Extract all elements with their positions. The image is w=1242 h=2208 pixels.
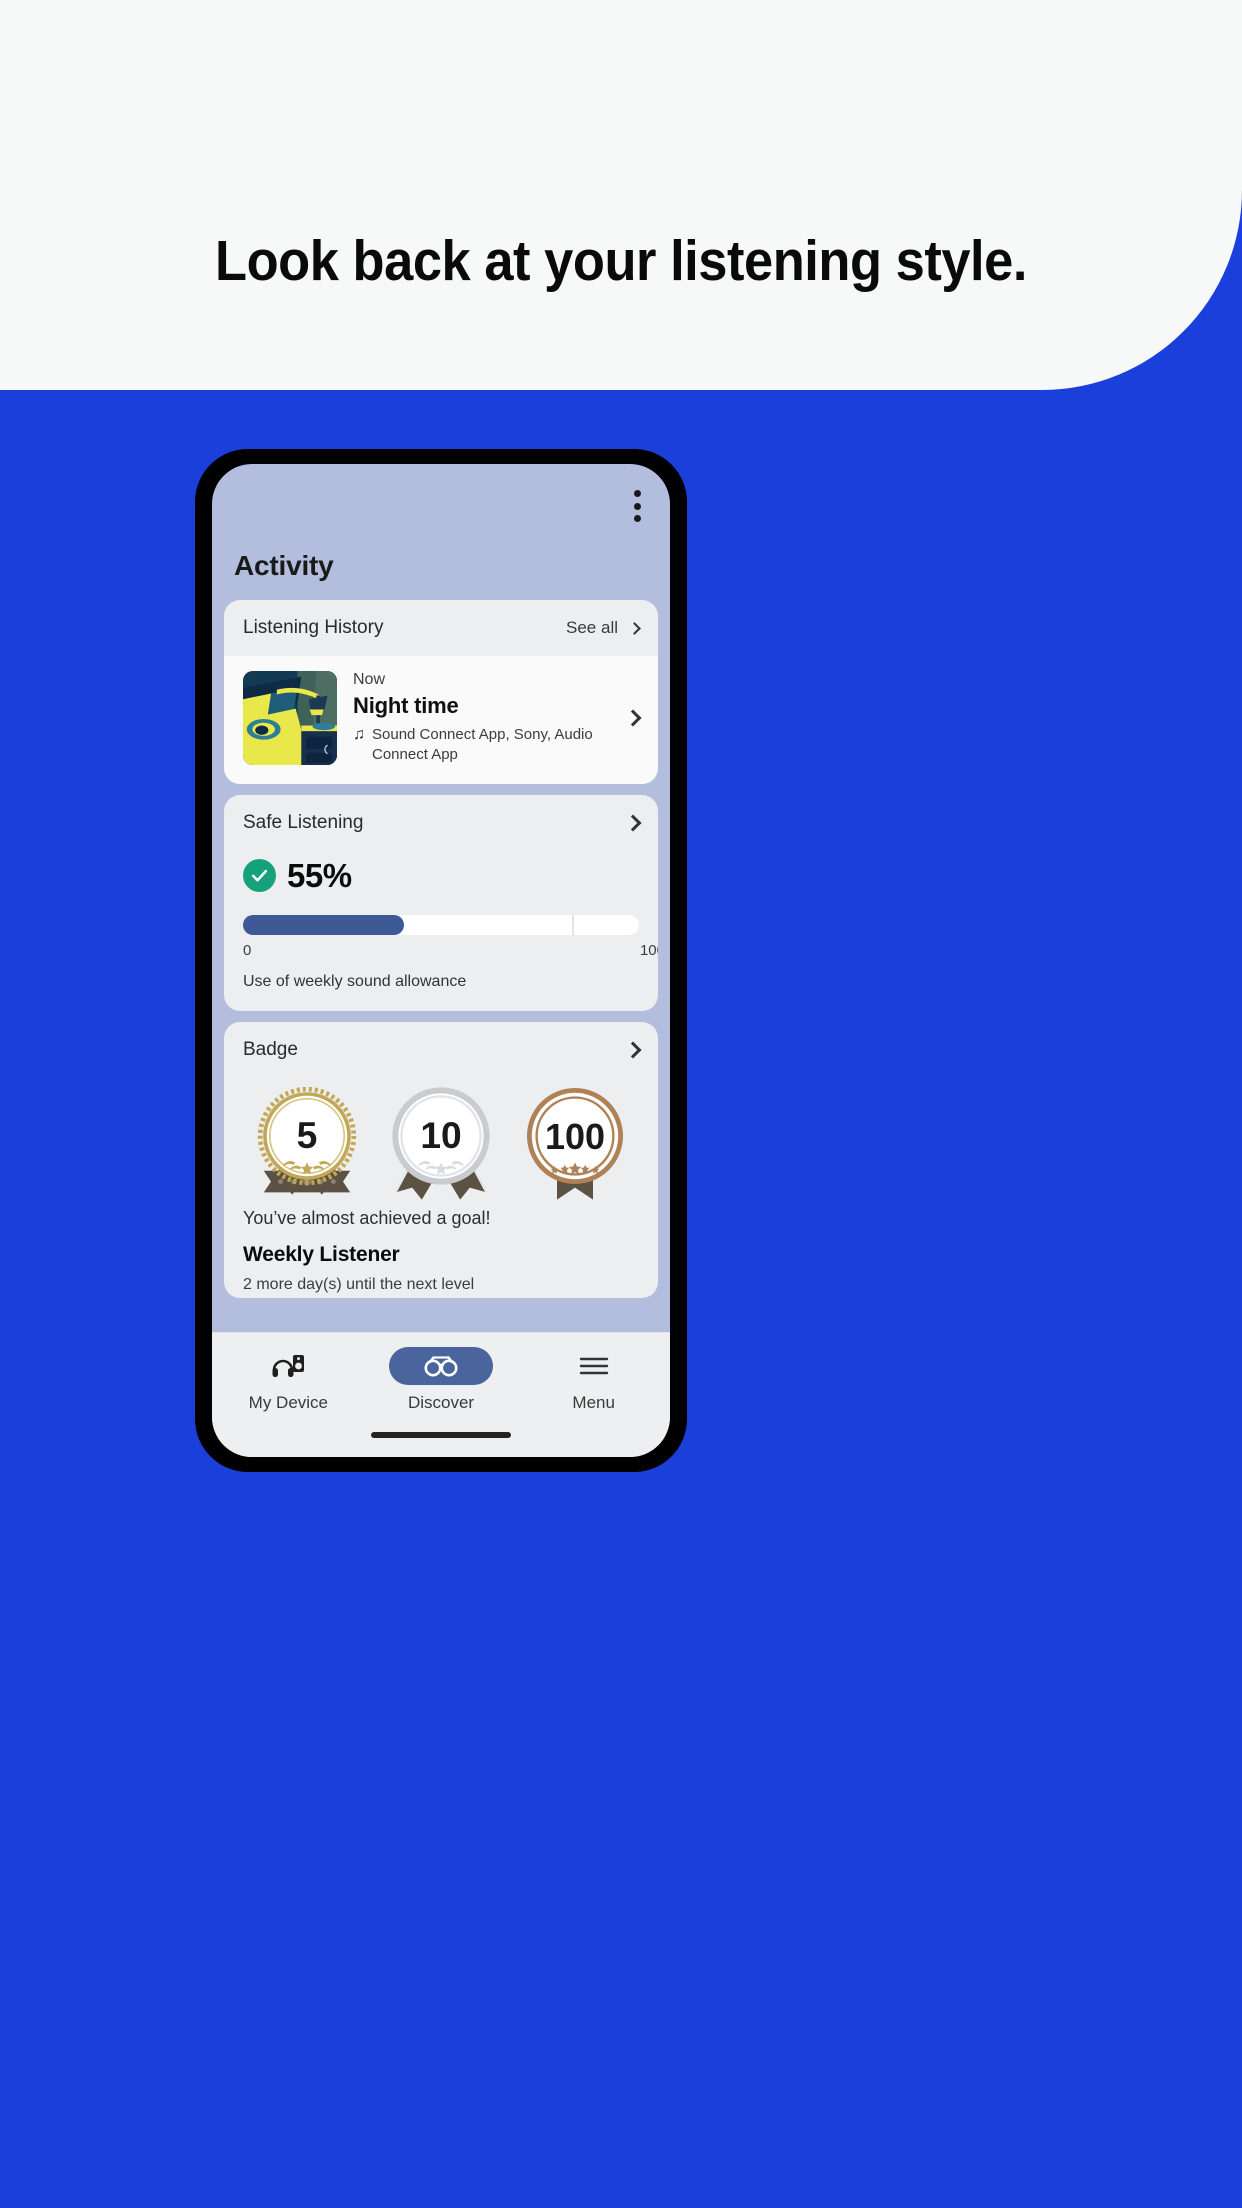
night-bedroom-artwork bbox=[243, 671, 337, 766]
card-badge: Badge 5 10 100 You’ve almost achieved a … bbox=[224, 1021, 658, 1298]
see-all-link[interactable]: See all bbox=[566, 618, 618, 638]
safe-listening-progress-bar bbox=[243, 914, 639, 935]
badge-header[interactable]: Badge bbox=[224, 1022, 658, 1078]
listening-history-header[interactable]: Listening History See all bbox=[224, 600, 658, 656]
safe-listening-status: 55% bbox=[243, 857, 639, 895]
safe-listening-header[interactable]: Safe Listening bbox=[224, 795, 658, 851]
nav-item-my-device[interactable]: My Device bbox=[212, 1347, 365, 1413]
progress-tick bbox=[571, 914, 574, 935]
screen-title: Activity bbox=[234, 550, 334, 581]
home-indicator-area bbox=[212, 1413, 670, 1457]
listening-history-item[interactable]: Now Night time ♫ Sound Connect App, Sony… bbox=[224, 656, 658, 784]
badge-title: Badge bbox=[243, 1038, 298, 1060]
app-top-bar bbox=[212, 464, 670, 550]
safe-listening-title: Safe Listening bbox=[243, 811, 364, 833]
scale-max-label: 100 bbox=[639, 941, 658, 959]
medal-value: 10 bbox=[420, 1114, 461, 1156]
binoculars-icon bbox=[389, 1347, 493, 1385]
badge-message: You’ve almost achieved a goal! bbox=[243, 1207, 491, 1228]
nav-label-discover: Discover bbox=[407, 1393, 475, 1412]
chevron-right-icon[interactable] bbox=[624, 709, 642, 727]
check-circle-icon bbox=[243, 859, 276, 892]
nav-label-menu: Menu bbox=[572, 1393, 615, 1412]
card-safe-listening: Safe Listening 55% 0 10 Use of weekly so… bbox=[224, 794, 658, 1011]
progress-fill bbox=[243, 914, 405, 935]
music-note-icon: ♫ bbox=[353, 726, 365, 743]
phone-screen: Activity Listening History See all Now N… bbox=[212, 464, 670, 1457]
listening-history-title: Listening History bbox=[243, 617, 384, 638]
hamburger-menu-icon bbox=[542, 1347, 646, 1385]
nav-item-menu[interactable]: Menu bbox=[517, 1347, 670, 1413]
medal-value: 5 bbox=[297, 1114, 318, 1156]
safe-listening-caption: Use of weekly sound allowance bbox=[243, 972, 467, 990]
medal-bronze-icon[interactable]: 100 bbox=[515, 1082, 635, 1202]
item-source-text: Sound Connect App, Sony, Audio Connect A… bbox=[372, 726, 593, 764]
page-root: Look back at your listening style. Activ… bbox=[0, 0, 1242, 2208]
nav-item-discover[interactable]: Discover bbox=[365, 1347, 518, 1413]
card-listening-history: Listening History See all Now Night time… bbox=[224, 600, 658, 784]
scale-min-label: 0 bbox=[243, 941, 252, 959]
bottom-nav: My Device Discover Menu bbox=[212, 1332, 670, 1413]
listening-history-item-text: Now Night time ♫ Sound Connect App, Sony… bbox=[353, 671, 607, 766]
medal-silver-icon[interactable]: 10 bbox=[381, 1082, 501, 1202]
badge-medal-list: 5 10 100 bbox=[243, 1082, 639, 1202]
nav-label-my-device: My Device bbox=[248, 1393, 329, 1412]
badge-level-progress: 2 more day(s) until the next level bbox=[243, 1275, 475, 1293]
progress-scale: 0 100 bbox=[243, 941, 658, 959]
chevron-right-icon[interactable] bbox=[624, 814, 642, 831]
chevron-right-icon[interactable] bbox=[624, 1041, 642, 1058]
item-name: Night time bbox=[353, 693, 459, 718]
headphones-device-icon bbox=[236, 1347, 340, 1385]
scroll-content[interactable]: Listening History See all Now Night time… bbox=[212, 600, 670, 1332]
item-time-label: Now bbox=[353, 671, 386, 688]
hero-panel: Look back at your listening style. bbox=[0, 0, 1242, 390]
safe-listening-body: 55% 0 100 Use of weekly sound allowance bbox=[224, 857, 658, 1011]
phone-mockup: Activity Listening History See all Now N… bbox=[196, 450, 686, 1471]
badge-level-name: Weekly Listener bbox=[243, 1242, 400, 1266]
chevron-right-icon bbox=[628, 621, 641, 635]
page-title: Look back at your listening style. bbox=[215, 229, 1027, 293]
safe-listening-percent: 55% bbox=[287, 856, 352, 894]
medal-gold-icon[interactable]: 5 bbox=[247, 1082, 367, 1202]
home-indicator[interactable] bbox=[371, 1432, 511, 1438]
item-source: ♫ Sound Connect App, Sony, Audio Connect… bbox=[353, 725, 607, 766]
medal-value: 100 bbox=[545, 1116, 605, 1157]
kebab-menu-icon[interactable] bbox=[627, 488, 647, 524]
badge-body: 5 10 100 You’ve almost achieved a goal! … bbox=[224, 1078, 658, 1298]
